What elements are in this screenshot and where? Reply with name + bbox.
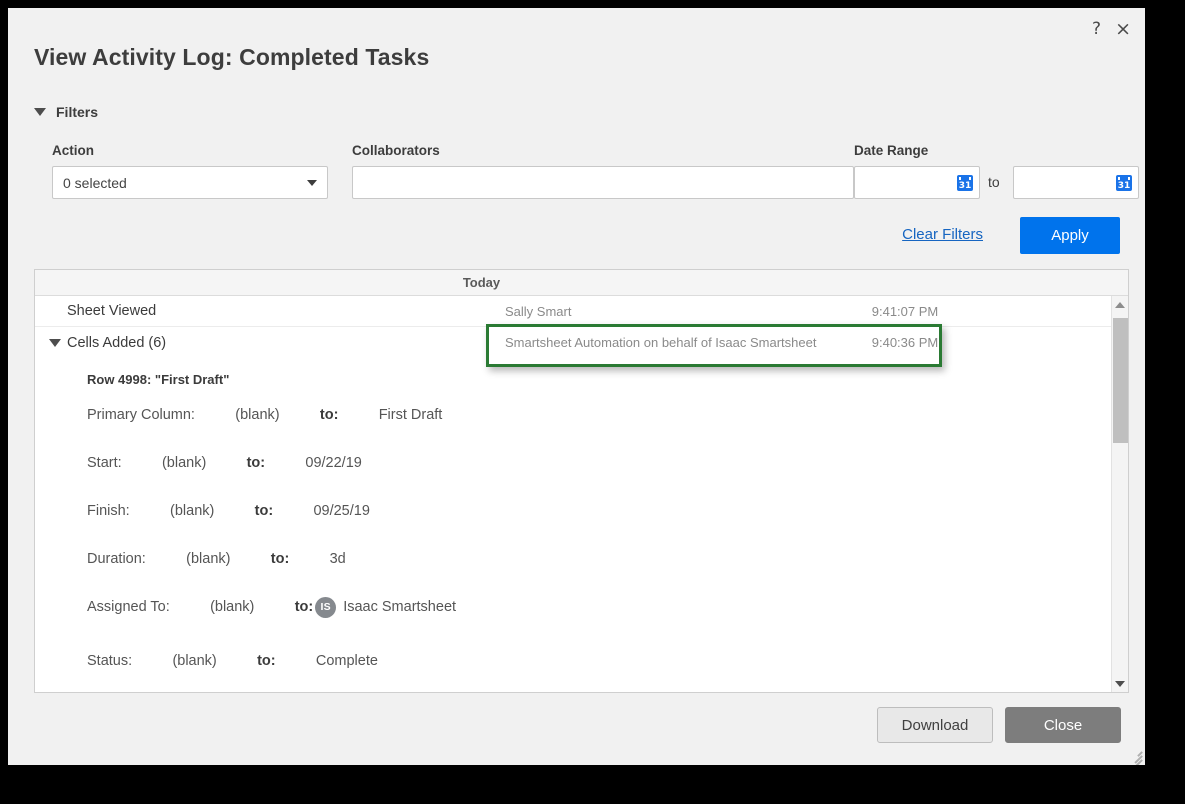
scroll-up-arrow-icon[interactable] <box>1112 296 1128 313</box>
action-label: Action <box>52 143 94 158</box>
chevron-down-icon <box>34 108 46 116</box>
page-title: View Activity Log: Completed Tasks <box>34 44 430 70</box>
detail-line: Duration: (blank) to: 3d <box>87 535 1128 583</box>
dialog-footer: Download Close <box>877 707 1121 743</box>
activity-log-panel: Today Sheet Viewed Sally Smart 9:41:07 P… <box>34 269 1129 693</box>
date-range-separator: to <box>988 174 1000 190</box>
detail-field: Finish: <box>87 503 130 519</box>
detail-line: Status: (blank) to: Complete <box>87 637 1128 685</box>
detail-from: (blank) <box>235 407 280 423</box>
detail-to: First Draft <box>378 407 443 423</box>
detail-field: Status: <box>87 653 133 669</box>
log-row-user: Sally Smart <box>505 303 572 319</box>
detail-line: Assigned To: (blank) to: IS Isaac Smarts… <box>87 583 1128 631</box>
apply-button[interactable]: Apply <box>1020 217 1120 254</box>
detail-to-label: to: <box>294 599 314 615</box>
detail-line: Start: (blank) to: 09/22/19 <box>87 439 1128 487</box>
action-select[interactable]: 0 selected <box>52 166 328 199</box>
detail-from: (blank) <box>170 503 215 519</box>
date-to-field[interactable] <box>1013 166 1139 199</box>
detail-heading: Row 4998: "First Draft" <box>87 372 230 387</box>
avatar: IS <box>315 596 337 618</box>
detail-from: (blank) <box>186 551 231 567</box>
detail-line: Finish: (blank) to: 09/25/19 <box>87 487 1128 535</box>
log-table-body: Sheet Viewed Sally Smart 9:41:07 PM Cell… <box>35 296 1128 692</box>
detail-to-label: to: <box>254 503 274 519</box>
detail-to-label: to: <box>246 455 266 471</box>
chevron-down-icon[interactable] <box>49 339 61 347</box>
table-row[interactable]: Sheet Viewed Sally Smart 9:41:07 PM <box>35 296 1128 327</box>
detail-to-label: to: <box>319 407 339 423</box>
log-table-header: Today <box>35 270 1128 296</box>
scrollbar-thumb[interactable] <box>1113 318 1128 443</box>
detail-from: (blank) <box>161 455 207 471</box>
log-row-action: Sheet Viewed <box>67 303 157 319</box>
action-select-value: 0 selected <box>63 174 127 191</box>
collaborators-label: Collaborators <box>352 143 440 158</box>
calendar-icon[interactable] <box>957 174 973 191</box>
log-row-action: Cells Added (6) <box>67 334 167 351</box>
log-row-time: 9:40:36 PM <box>871 335 939 350</box>
collaborators-input[interactable] <box>352 166 854 199</box>
date-to-input[interactable] <box>1020 173 1116 192</box>
activity-log-dialog: ? × View Activity Log: Completed Tasks F… <box>8 8 1145 765</box>
detail-line: Primary Column: (blank) to: First Draft <box>87 391 1128 439</box>
detail-to: 09/22/19 <box>305 455 362 471</box>
window-controls: ? × <box>1092 20 1131 39</box>
close-button[interactable]: Close <box>1005 707 1121 743</box>
detail-to-label: to: <box>257 653 276 669</box>
date-from-input[interactable] <box>861 173 957 192</box>
date-from-field[interactable] <box>854 166 980 199</box>
detail-field: Duration: <box>87 551 146 567</box>
detail-to: Complete <box>315 653 378 669</box>
download-button[interactable]: Download <box>877 707 993 743</box>
detail-from: (blank) <box>172 653 217 669</box>
log-row-time: 9:41:07 PM <box>871 303 939 319</box>
help-icon[interactable]: ? <box>1092 21 1101 38</box>
chevron-down-icon <box>307 179 317 186</box>
detail-field: Start: <box>87 455 122 471</box>
detail-field: Assigned To: <box>87 599 170 615</box>
detail-to-label: to: <box>270 551 290 567</box>
log-column-header-today: Today <box>462 275 501 290</box>
log-scrollbar[interactable] <box>1111 296 1128 692</box>
detail-to: 3d <box>329 551 346 567</box>
calendar-icon[interactable] <box>1116 174 1132 191</box>
table-row[interactable]: Cells Added (6) Smartsheet Automation on… <box>35 327 1128 358</box>
detail-to: Isaac Smartsheet <box>343 599 457 615</box>
resize-grip[interactable] <box>1126 746 1143 765</box>
log-row-detail: Row 4998: "First Draft" Primary Column: … <box>35 358 1128 692</box>
close-icon[interactable]: × <box>1115 20 1131 39</box>
clear-filters-link[interactable]: Clear Filters <box>902 226 983 243</box>
detail-from: (blank) <box>210 599 255 615</box>
filters-label: Filters <box>56 104 99 120</box>
detail-to: 09/25/19 <box>313 503 370 519</box>
log-row-user: Smartsheet Automation on behalf of Isaac… <box>505 335 817 350</box>
scroll-down-arrow-icon[interactable] <box>1112 675 1128 692</box>
detail-field: Primary Column: <box>87 407 195 423</box>
date-range-label: Date Range <box>854 143 929 158</box>
filters-section-toggle[interactable]: Filters <box>34 104 98 120</box>
